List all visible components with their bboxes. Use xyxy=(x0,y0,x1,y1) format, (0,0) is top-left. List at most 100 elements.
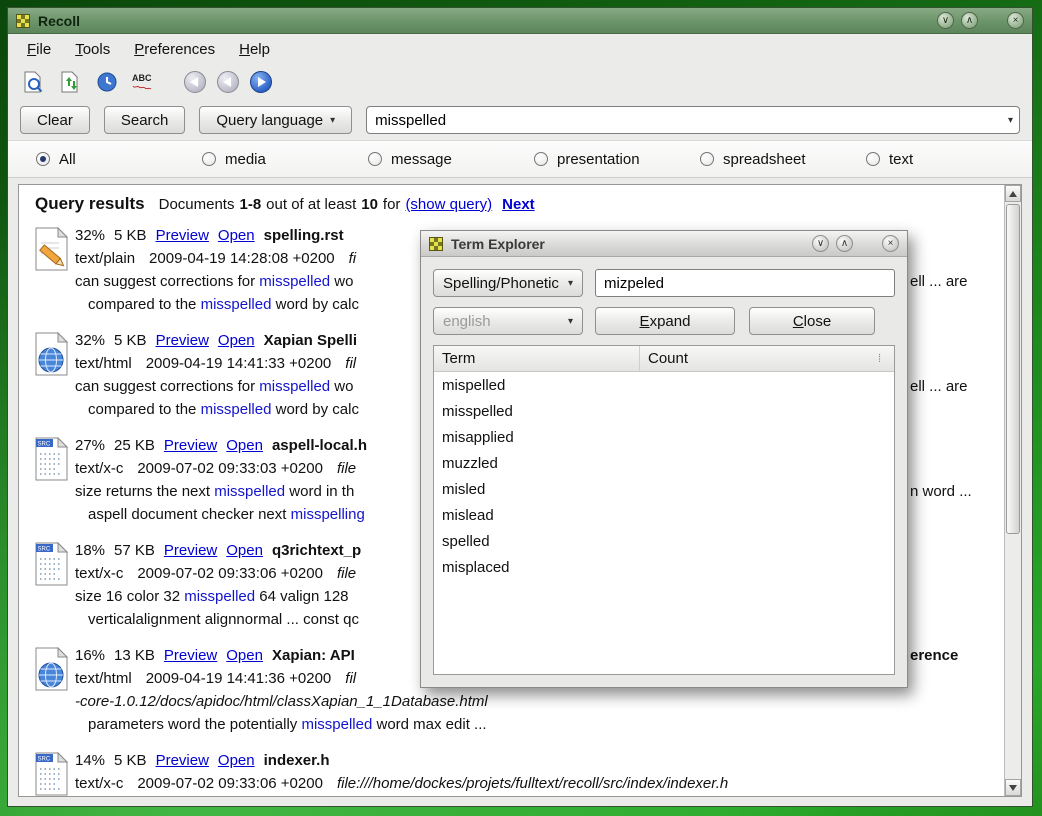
term-row[interactable]: muzzled xyxy=(434,450,894,476)
open-link[interactable]: Open xyxy=(218,752,255,769)
term-input-field[interactable] xyxy=(595,269,895,297)
category-filters: Allmedia message presentation spreadsheette… xyxy=(8,140,1032,178)
doc-url: file xyxy=(337,460,356,477)
close-dialog-button[interactable]: Close xyxy=(749,307,875,335)
shade-button[interactable]: ∨ xyxy=(937,12,954,29)
svg-text:SRC: SRC xyxy=(38,442,51,448)
term-cell: misled xyxy=(434,481,639,498)
query-language-select[interactable]: Query language ▾ xyxy=(199,106,352,134)
open-link[interactable]: Open xyxy=(226,542,263,559)
radio-icon[interactable] xyxy=(368,152,382,166)
preview-link[interactable]: Preview xyxy=(164,437,217,454)
search-input[interactable] xyxy=(375,112,1008,129)
menubar: File Tools Preferences Help xyxy=(8,34,1032,64)
mime-type: text/x-c xyxy=(75,565,123,582)
term-cell: spelled xyxy=(434,533,639,550)
filter-media[interactable]: media xyxy=(202,151,368,168)
html-file-icon xyxy=(29,329,75,421)
term-row[interactable]: misplaced xyxy=(434,554,894,580)
prev-result-button[interactable] xyxy=(217,71,239,93)
next-page-button[interactable] xyxy=(250,71,272,93)
filter-spreadsheet[interactable]: spreadsheet xyxy=(700,151,866,168)
preview-link[interactable]: Preview xyxy=(164,542,217,559)
column-menu-icon[interactable]: ⁞ xyxy=(878,353,894,365)
term-row[interactable]: spelled xyxy=(434,528,894,554)
close-button[interactable]: × xyxy=(882,235,899,252)
show-query-link[interactable]: (show query) xyxy=(405,196,492,213)
query-combobox[interactable]: ▾ xyxy=(366,106,1020,134)
result-title: aspell-local.h xyxy=(272,437,367,454)
mime-type: text/html xyxy=(75,355,132,372)
search-button[interactable]: Search xyxy=(104,106,186,134)
menu-preferences[interactable]: Preferences xyxy=(125,38,224,61)
menu-file[interactable]: File xyxy=(18,38,60,61)
term-input[interactable] xyxy=(604,275,886,292)
update-index-icon[interactable] xyxy=(57,69,83,95)
preview-link[interactable]: Preview xyxy=(156,332,209,349)
triangle-up-icon xyxy=(1009,191,1017,197)
toolbar: ABC xyxy=(8,64,1032,100)
for-word: for xyxy=(383,196,401,213)
term-row[interactable]: mispelled xyxy=(434,372,894,398)
shade-button[interactable]: ∨ xyxy=(812,235,829,252)
window-title: Recoll xyxy=(38,13,80,29)
results-scrollbar[interactable] xyxy=(1004,185,1021,796)
doc-date: 2009-04-19 14:28:08 +0200 xyxy=(149,250,335,267)
radio-icon[interactable] xyxy=(866,152,880,166)
menu-tools[interactable]: Tools xyxy=(66,38,119,61)
snippet-fragment: ell ... are xyxy=(910,270,968,293)
maximize-button[interactable]: ∧ xyxy=(836,235,853,252)
clear-search-icon[interactable] xyxy=(20,69,46,95)
preview-link[interactable]: Preview xyxy=(156,752,209,769)
open-link[interactable]: Open xyxy=(218,227,255,244)
result-title: Xapian Spelli xyxy=(264,332,357,349)
relevance-percent: 32% xyxy=(75,332,105,349)
filter-message[interactable]: message xyxy=(368,151,534,168)
expand-button[interactable]: Expand xyxy=(595,307,735,335)
term-row[interactable]: misled xyxy=(434,476,894,502)
term-row[interactable]: mislead xyxy=(434,502,894,528)
scroll-down-button[interactable] xyxy=(1005,779,1021,796)
filter-presentation[interactable]: presentation xyxy=(534,151,700,168)
filter-label: message xyxy=(391,151,452,168)
open-link[interactable]: Open xyxy=(226,647,263,664)
history-icon[interactable] xyxy=(94,69,120,95)
term-explorer-icon[interactable]: ABC xyxy=(131,69,157,95)
prev-page-button[interactable] xyxy=(184,71,206,93)
filter-label: presentation xyxy=(557,151,640,168)
titlebar[interactable]: Recoll ∨ ∧ × xyxy=(8,8,1032,34)
radio-icon[interactable] xyxy=(700,152,714,166)
docs-total: 10 xyxy=(361,196,378,213)
count-column-header[interactable]: Count xyxy=(639,346,878,371)
preview-link[interactable]: Preview xyxy=(156,227,209,244)
maximize-button[interactable]: ∧ xyxy=(961,12,978,29)
term-table-header: Term Count ⁞ xyxy=(434,346,894,372)
radio-icon[interactable] xyxy=(534,152,548,166)
svg-text:ABC: ABC xyxy=(132,73,152,83)
scroll-up-button[interactable] xyxy=(1005,185,1021,202)
term-row[interactable]: misspelled xyxy=(434,398,894,424)
term-row[interactable]: misapplied xyxy=(434,424,894,450)
radio-icon[interactable] xyxy=(36,152,50,166)
expansion-mode-select[interactable]: Spelling/Phonetic ▾ xyxy=(433,269,583,297)
chevron-down-icon[interactable]: ▾ xyxy=(1008,115,1013,126)
menu-help[interactable]: Help xyxy=(230,38,279,61)
doc-date: 2009-04-19 14:41:36 +0200 xyxy=(146,670,332,687)
scrollbar-track[interactable] xyxy=(1005,202,1021,779)
radio-icon[interactable] xyxy=(202,152,216,166)
source-file-icon: SRC xyxy=(29,539,75,631)
filter-all[interactable]: All xyxy=(36,151,202,168)
query-results-title: Query results xyxy=(35,194,145,214)
chevron-down-icon: ▾ xyxy=(568,278,573,289)
preview-link[interactable]: Preview xyxy=(164,647,217,664)
scrollbar-thumb[interactable] xyxy=(1006,204,1020,534)
term-explorer-titlebar[interactable]: Term Explorer ∨ ∧ × xyxy=(421,231,907,257)
titlebar-buttons: ∨ ∧ × xyxy=(937,12,1024,29)
clear-button[interactable]: Clear xyxy=(20,106,90,134)
close-button[interactable]: × xyxy=(1007,12,1024,29)
open-link[interactable]: Open xyxy=(226,437,263,454)
term-column-header[interactable]: Term xyxy=(434,350,639,367)
next-page-link[interactable]: Next xyxy=(502,196,535,213)
filter-text[interactable]: text xyxy=(866,151,1032,168)
open-link[interactable]: Open xyxy=(218,332,255,349)
